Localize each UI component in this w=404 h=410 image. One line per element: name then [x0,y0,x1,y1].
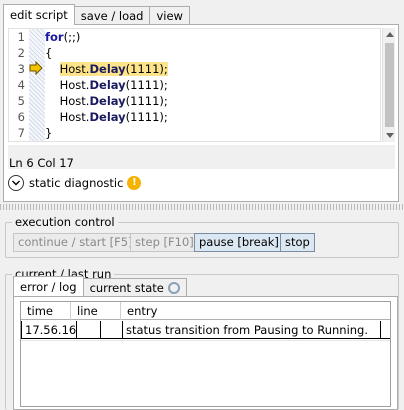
stop-button[interactable]: stop [280,233,315,252]
static-diagnostic-label: static diagnostic [29,176,124,190]
tab-view[interactable]: view [149,6,190,25]
line-number: 5 [17,94,25,108]
line-number: 4 [17,78,25,92]
code-line: Host.Delay(1111); [59,110,168,124]
breakpoint-margin[interactable] [29,29,45,141]
expand-chevron-icon[interactable] [8,175,24,191]
code-line: Host.Delay(1111); [59,94,168,108]
scrollbar-thumb[interactable] [385,43,394,127]
script-tab-strip: edit script save / load view [3,4,190,25]
code-lines: for(;;) { Host.Delay(1111); Host.Delay(1… [45,29,380,141]
cell-line [77,321,101,339]
scroll-down-arrow-icon[interactable] [386,133,394,138]
execution-control-label: execution control [12,215,118,229]
line-number-gutter: 1 2 3 4 5 6 7 [9,29,25,141]
line-number: 1 [17,30,25,44]
tab-edit-script[interactable]: edit script [3,4,75,25]
warning-icon: ! [127,176,142,190]
column-header-time[interactable]: time [21,302,71,320]
current-last-run-group: current / last run error / log current s… [5,267,399,410]
table-row[interactable]: 17.56.16 status transition from Pausing … [21,321,390,339]
run-tab-strip: error / log current state [13,276,187,297]
pause-button[interactable]: pause [break] [194,233,284,252]
caret-position: Ln 6 Col 17 [9,156,74,170]
line-number: 6 [17,110,25,124]
column-header-entry[interactable]: entry [121,302,391,320]
log-grid-header: time line entry [21,302,390,320]
cell-entry: status transition from Pausing to Runnin… [123,321,381,339]
code-line: } [45,126,53,140]
static-diagnostic-toggle[interactable]: static diagnostic ! [8,175,142,191]
log-grid[interactable]: time line entry 17.56.16 status transiti… [20,301,391,407]
log-grid-empty-area [21,340,390,394]
column-header-line[interactable]: line [71,302,121,320]
tab-error-log[interactable]: error / log [13,276,84,297]
step-button[interactable]: step [F10] [130,233,199,252]
execution-control-group: execution control continue / start [F5] … [5,215,399,258]
tab-current-state[interactable]: current state [82,278,187,297]
continue-start-button[interactable]: continue / start [F5] [13,233,138,252]
current-line-arrow-icon [29,61,43,75]
state-refresh-icon [167,282,180,294]
line-number: 2 [17,46,25,60]
current-statement-highlight: Host.Delay(1111); [59,62,168,76]
tab-save-load[interactable]: save / load [73,6,151,25]
error-log-panel: time line entry 17.56.16 status transiti… [13,296,398,410]
code-line: Host.Delay(1111); [59,78,168,92]
code-line: for(;;) [45,30,81,44]
code-editor[interactable]: 1 2 3 4 5 6 7 for(;;) { Host.Delay(1111)… [8,28,381,142]
editor-vertical-scrollbar[interactable] [382,28,395,142]
scroll-up-arrow-icon[interactable] [386,32,394,37]
panel-splitter[interactable] [0,204,404,210]
editor-panel: 1 2 3 4 5 6 7 for(;;) { Host.Delay(1111)… [3,24,399,202]
cell-blank [101,321,123,339]
line-number: 7 [17,126,25,140]
code-line-current: Host.Delay(1111); [45,61,380,77]
cell-time: 17.56.16 [21,321,77,339]
code-line: { [45,46,53,60]
line-number: 3 [17,62,25,76]
